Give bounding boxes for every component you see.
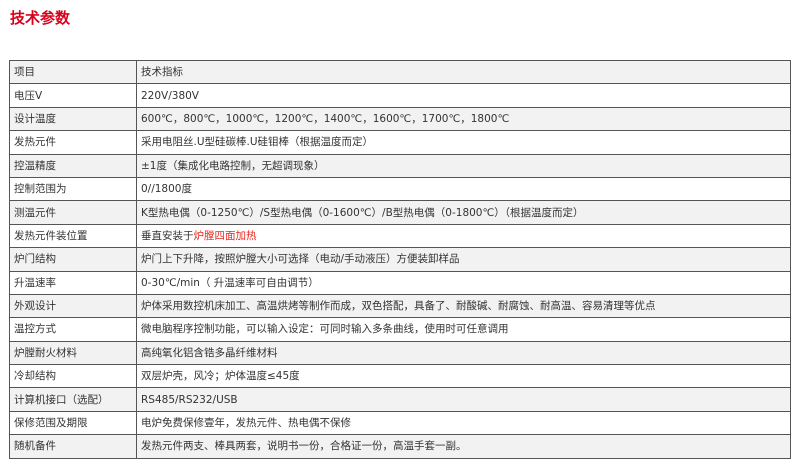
table-header-row: 项目 技术指标	[9, 59, 791, 85]
table-row: 保修范围及期限 电炉免费保修壹年，发热元件、热电偶不保修	[9, 410, 791, 436]
table-row: 发热元件装位置 垂直安装于炉膛四面加热	[9, 223, 791, 249]
table-row: 炉膛耐火材料 高纯氧化铝含锆多晶纤维材料	[9, 340, 791, 366]
page-title: 技术参数	[10, 9, 71, 27]
spec-name-cell: 测温元件	[9, 200, 137, 225]
table-row: 设计温度 600℃，800℃，1000℃，1200℃，1400℃，1600℃，17…	[9, 106, 791, 132]
spec-name-cell: 随机备件	[9, 434, 137, 459]
spec-table-body: 项目 技术指标 电压V 220V/380V 设计温度 600℃，800℃，1000℃，…	[9, 59, 791, 459]
spec-name-cell: 温控方式	[9, 317, 137, 342]
spec-name-cell: 设计温度	[9, 106, 137, 132]
spec-value-highlight: 炉膛四面加热	[193, 229, 257, 242]
spec-name-cell: 冷却结构	[9, 364, 137, 389]
spec-table: 项目 技术指标 电压V 220V/380V 设计温度 600℃，800℃，1000℃，…	[9, 59, 791, 459]
spec-value-cell: K型热电偶（0-1250℃）/S型热电偶（0-1600℃）/B型热电偶（0-18…	[136, 200, 791, 225]
spec-value-text: 垂直安装于	[141, 229, 194, 242]
table-row: 控温精度 ±1度（集成化电路控制，无超调现象）	[9, 153, 791, 178]
table-row: 炉门结构 炉门上下升降，按照炉膛大小可选择（电动/手动液压）方便装卸样品	[9, 247, 791, 272]
spec-value-cell: 炉体采用数控机床加工、高温烘烤等制作而成，双色搭配，具备了、耐酸碱、耐腐蚀、耐高…	[136, 293, 791, 319]
header-cell-item: 项目	[9, 59, 137, 85]
spec-name-cell: 控制范围为	[9, 176, 137, 202]
table-row: 测温元件 K型热电偶（0-1250℃）/S型热电偶（0-1600℃）/B型热电偶（…	[9, 200, 791, 225]
spec-value-cell: 采用电阻丝.U型硅碳棒.U硅钼棒（根据温度而定）	[136, 130, 791, 155]
spec-value-cell: ±1度（集成化电路控制，无超调现象）	[136, 153, 791, 178]
table-row: 控制范围为 0//1800度	[9, 176, 791, 202]
spec-name-cell: 发热元件	[9, 130, 137, 155]
spec-name-cell: 炉膛耐火材料	[9, 340, 137, 366]
spec-value-cell: 垂直安装于炉膛四面加热	[136, 223, 791, 249]
spec-value-cell: 0//1800度	[136, 176, 791, 202]
spec-value-cell: 微电脑程序控制功能，可以输入设定：可同时输入多条曲线，使用时可任意调用	[136, 317, 791, 342]
table-row: 外观设计 炉体采用数控机床加工、高温烘烤等制作而成，双色搭配，具备了、耐酸碱、耐腐…	[9, 293, 791, 319]
spec-name-cell: 炉门结构	[9, 247, 137, 272]
table-row: 发热元件 采用电阻丝.U型硅碳棒.U硅钼棒（根据温度而定）	[9, 130, 791, 155]
spec-name-cell: 发热元件装位置	[9, 223, 137, 249]
header-cell-spec: 技术指标	[136, 59, 791, 85]
spec-value-cell: 600℃，800℃，1000℃，1200℃，1400℃，1600℃，1700℃，…	[136, 106, 791, 132]
table-row: 随机备件 发热元件两支、棒具两套，说明书一份，合格证一份，高温手套一副。	[9, 434, 791, 459]
spec-name-cell: 保修范围及期限	[9, 410, 137, 436]
spec-name-cell: 升温速率	[9, 270, 137, 295]
table-row: 升温速率 0-30℃/min（ 升温速率可自由调节）	[9, 270, 791, 295]
spec-name-cell: 计算机接口（选配）	[9, 387, 137, 412]
spec-value-cell: 双层炉壳，风冷；炉体温度≤45度	[136, 364, 791, 389]
spec-name-cell: 外观设计	[9, 293, 137, 319]
spec-value-cell: 电炉免费保修壹年，发热元件、热电偶不保修	[136, 410, 791, 436]
spec-value-cell: 高纯氧化铝含锆多晶纤维材料	[136, 340, 791, 366]
spec-value-cell: 发热元件两支、棒具两套，说明书一份，合格证一份，高温手套一副。	[136, 434, 791, 459]
table-row: 温控方式 微电脑程序控制功能，可以输入设定：可同时输入多条曲线，使用时可任意调用	[9, 317, 791, 342]
spec-value-cell: 220V/380V	[136, 83, 791, 108]
table-row: 计算机接口（选配） RS485/RS232/USB	[9, 387, 791, 412]
spec-name-cell: 控温精度	[9, 153, 137, 178]
spec-value-cell: 0-30℃/min（ 升温速率可自由调节）	[136, 270, 791, 295]
spec-value-cell: 炉门上下升降，按照炉膛大小可选择（电动/手动液压）方便装卸样品	[136, 247, 791, 272]
spec-value-cell: RS485/RS232/USB	[136, 387, 791, 412]
table-row: 冷却结构 双层炉壳，风冷；炉体温度≤45度	[9, 364, 791, 389]
spec-name-cell: 电压V	[9, 83, 137, 108]
table-row: 电压V 220V/380V	[9, 83, 791, 108]
